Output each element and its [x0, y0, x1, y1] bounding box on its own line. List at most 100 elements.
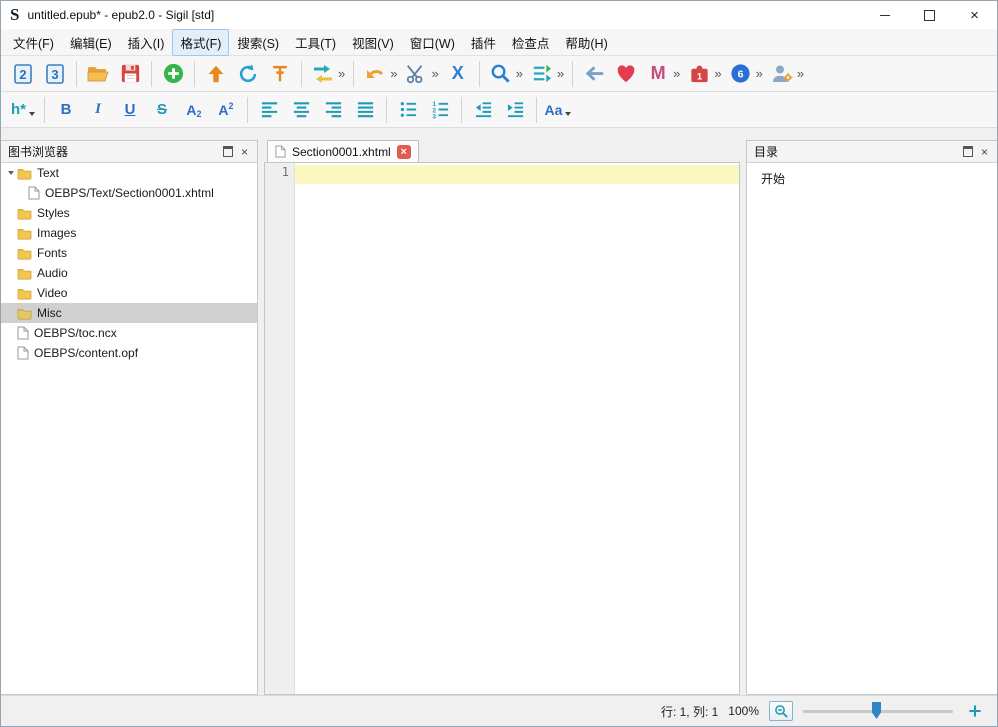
- zoom-out-button[interactable]: [769, 701, 793, 721]
- add-file-button[interactable]: [158, 59, 188, 89]
- maximize-button[interactable]: [907, 1, 952, 29]
- menu-insert[interactable]: 插入(I): [120, 29, 173, 56]
- tree-item-text-folder[interactable]: Text: [1, 163, 257, 183]
- epub2-button[interactable]: 2: [8, 59, 38, 89]
- close-button[interactable]: ×: [952, 1, 997, 29]
- tree-item-video-folder[interactable]: Video: [1, 283, 257, 303]
- toolbar-separator: [76, 61, 77, 87]
- zoom-in-button[interactable]: [963, 701, 987, 721]
- toc-header: 目录 ×: [747, 141, 997, 163]
- epub3-button[interactable]: 3: [40, 59, 70, 89]
- toolbar-separator: [572, 61, 573, 87]
- numbered-list-button[interactable]: 123: [425, 95, 455, 125]
- toolbar-overflow-chevron[interactable]: »: [338, 66, 345, 81]
- bold-button[interactable]: B: [51, 95, 81, 125]
- svg-text:1: 1: [697, 71, 703, 82]
- tree-item-audio-folder[interactable]: Audio: [1, 263, 257, 283]
- menu-checkpoint[interactable]: 检查点: [504, 29, 558, 56]
- toolbar-overflow-chevron[interactable]: »: [673, 66, 680, 81]
- tab-close-button[interactable]: ×: [397, 145, 411, 159]
- plugin-6-button[interactable]: 6: [726, 59, 756, 89]
- code-area[interactable]: [295, 163, 739, 694]
- float-icon: [223, 146, 233, 157]
- menu-file[interactable]: 文件(F): [5, 29, 62, 56]
- tab-section0001[interactable]: Section0001.xhtml ×: [267, 140, 419, 162]
- menu-format[interactable]: 格式(F): [172, 29, 229, 56]
- indent-button[interactable]: [500, 95, 530, 125]
- align-justify-icon: [356, 100, 375, 119]
- find-replace-button[interactable]: [486, 59, 516, 89]
- tree-item-section0001[interactable]: OEBPS/Text/Section0001.xhtml: [1, 183, 257, 203]
- outdent-button[interactable]: [468, 95, 498, 125]
- cut-button[interactable]: [401, 59, 431, 89]
- toolbar-overflow-chevron[interactable]: »: [390, 66, 397, 81]
- plugin-1-button[interactable]: 1: [684, 59, 714, 89]
- italic-icon: I: [95, 101, 101, 118]
- toolbar-overflow-chevron[interactable]: »: [557, 66, 564, 81]
- align-right-icon: [324, 100, 343, 119]
- bullet-list-button[interactable]: [393, 95, 423, 125]
- heading-select-button[interactable]: h*: [8, 95, 38, 125]
- insert-special-button[interactable]: [265, 59, 295, 89]
- subscript-button[interactable]: A 2: [179, 95, 209, 125]
- toolbar-overflow-chevron[interactable]: »: [756, 66, 763, 81]
- underline-button[interactable]: U: [115, 95, 145, 125]
- tree-item-styles-folder[interactable]: Styles: [1, 203, 257, 223]
- tree-item-content-opf[interactable]: OEBPS/content.opf: [1, 343, 257, 363]
- index-editor-button[interactable]: [527, 59, 557, 89]
- zoom-slider[interactable]: [803, 701, 953, 721]
- toc-entry-start[interactable]: 开始: [747, 163, 997, 187]
- save-button[interactable]: [115, 59, 145, 89]
- float-panel-button[interactable]: [959, 144, 976, 160]
- align-center-button[interactable]: [286, 95, 316, 125]
- align-left-button[interactable]: [254, 95, 284, 125]
- menu-edit[interactable]: 编辑(E): [62, 29, 120, 56]
- minimize-button[interactable]: [862, 1, 907, 29]
- check-x-button[interactable]: X: [443, 59, 473, 89]
- back-button[interactable]: [579, 59, 609, 89]
- toolbar-overflow-chevron[interactable]: »: [431, 66, 438, 81]
- undo-button[interactable]: [360, 59, 390, 89]
- menu-help[interactable]: 帮助(H): [557, 29, 615, 56]
- plugin-user-button[interactable]: [767, 59, 797, 89]
- tree-item-fonts-folder[interactable]: Fonts: [1, 243, 257, 263]
- align-justify-button[interactable]: [350, 95, 380, 125]
- menu-plugins[interactable]: 插件: [463, 29, 504, 56]
- superscript-button[interactable]: A 2: [211, 95, 241, 125]
- menu-tools[interactable]: 工具(T): [287, 29, 344, 56]
- plugin-m-button[interactable]: M: [643, 59, 673, 89]
- refresh-button[interactable]: [233, 59, 263, 89]
- zoom-slider-handle[interactable]: [872, 702, 881, 719]
- menu-window[interactable]: 窗口(W): [402, 29, 463, 56]
- float-panel-button[interactable]: [219, 144, 236, 160]
- open-file-button[interactable]: [83, 59, 113, 89]
- tree-item-toc-ncx[interactable]: OEBPS/toc.ncx: [1, 323, 257, 343]
- close-panel-button[interactable]: ×: [236, 144, 253, 160]
- align-right-button[interactable]: [318, 95, 348, 125]
- menu-view[interactable]: 视图(V): [344, 29, 402, 56]
- toolbar-overflow-chevron[interactable]: »: [714, 66, 721, 81]
- close-panel-button[interactable]: ×: [976, 144, 993, 160]
- menu-search[interactable]: 搜索(S): [229, 29, 287, 56]
- up-arrow-button[interactable]: [201, 59, 231, 89]
- superscript-icon: A: [218, 102, 228, 118]
- coin-6-icon: 6: [729, 62, 752, 85]
- chevron-expanded-icon[interactable]: [4, 171, 17, 175]
- book-browser-header: 图书浏览器 ×: [1, 141, 257, 163]
- zoom-in-icon: [967, 703, 983, 719]
- toolbar-overflow-chevron[interactable]: »: [797, 66, 804, 81]
- undo-icon: [363, 62, 387, 86]
- align-left-icon: [260, 100, 279, 119]
- toolbar-overflow-chevron[interactable]: »: [516, 66, 523, 81]
- puzzle-1-icon: 1: [688, 62, 711, 85]
- split-at-cursor-button[interactable]: [308, 59, 338, 89]
- strikethrough-button[interactable]: S: [147, 95, 177, 125]
- tree-item-images-folder[interactable]: Images: [1, 223, 257, 243]
- donate-button[interactable]: [611, 59, 641, 89]
- italic-button[interactable]: I: [83, 95, 113, 125]
- code-editor[interactable]: 1: [264, 162, 740, 695]
- file-icon: [28, 186, 40, 200]
- close-icon: ×: [970, 8, 979, 23]
- text-case-button[interactable]: Aa: [543, 95, 573, 125]
- tree-item-misc-folder[interactable]: Misc: [1, 303, 257, 323]
